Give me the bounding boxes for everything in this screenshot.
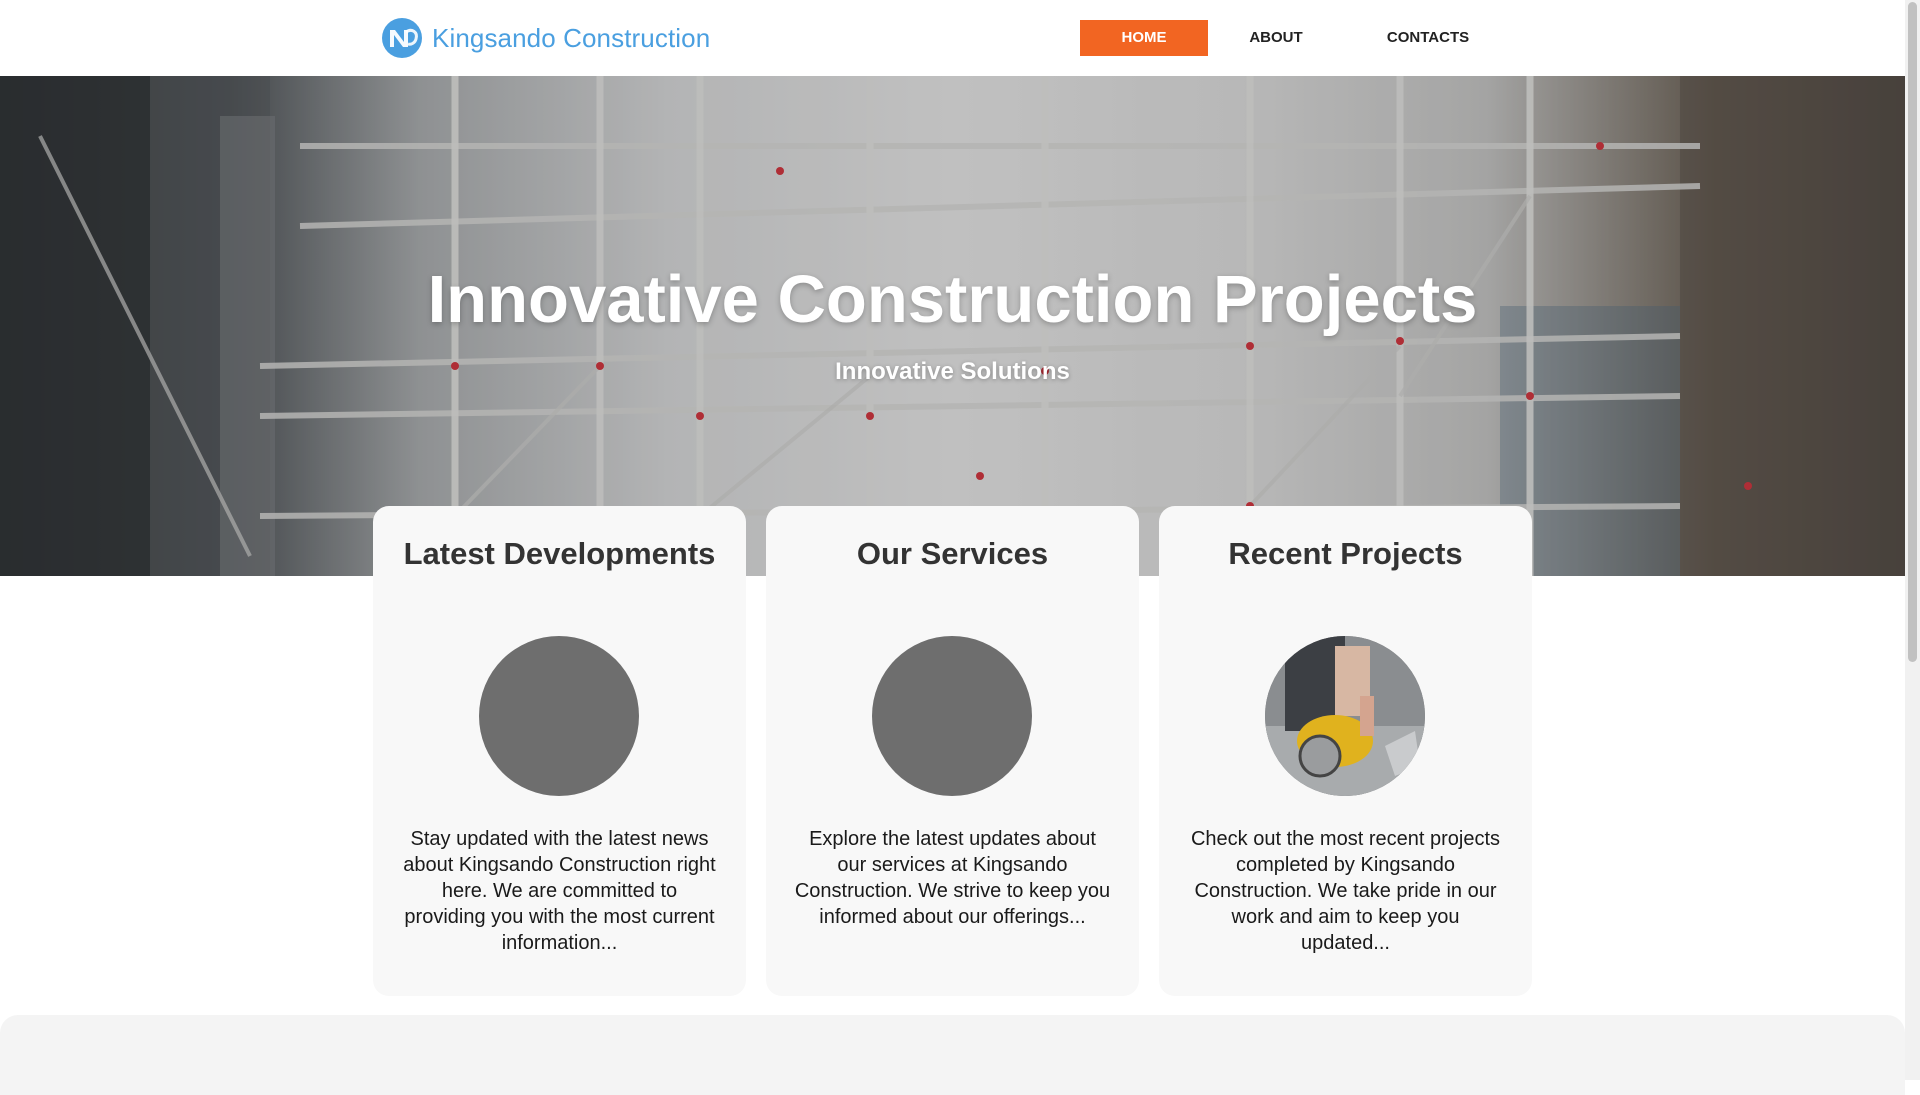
- page: Kingsando Construction HOME ABOUT CONTAC…: [0, 0, 1905, 1095]
- hero-title: Innovative Construction Projects: [427, 262, 1478, 337]
- hero-banner: Innovative Construction Projects Innovat…: [0, 76, 1905, 576]
- site-header: Kingsando Construction HOME ABOUT CONTAC…: [0, 0, 1905, 76]
- card-latest-developments[interactable]: Latest Developments Stay updated with th…: [373, 506, 746, 996]
- nc-monogram-icon: [382, 18, 422, 58]
- main-nav: HOME ABOUT CONTACTS: [1080, 20, 1512, 56]
- next-section-band: [0, 1015, 1905, 1095]
- card-description: Stay updated with the latest news about …: [403, 828, 716, 954]
- placeholder-image: [479, 636, 639, 796]
- brand-logo-link[interactable]: Kingsando Construction: [382, 18, 710, 58]
- nav-contacts[interactable]: CONTACTS: [1344, 20, 1512, 56]
- card-recent-projects[interactable]: Recent Projects Check out the most recen…: [1159, 506, 1532, 996]
- card-title: Latest Developments: [403, 536, 716, 571]
- nav-about[interactable]: ABOUT: [1208, 20, 1344, 56]
- card-title: Our Services: [856, 536, 1049, 571]
- page-scrollbar[interactable]: [1905, 0, 1920, 1080]
- card-title: Recent Projects: [1228, 536, 1463, 571]
- hero-subtitle: Innovative Solutions: [835, 358, 1070, 385]
- scrollbar-thumb[interactable]: [1908, 2, 1917, 662]
- card-our-services[interactable]: Our Services Explore the latest updates …: [766, 506, 1139, 996]
- brand-name: Kingsando Construction: [432, 22, 711, 53]
- nav-home[interactable]: HOME: [1080, 20, 1208, 56]
- placeholder-image: [872, 636, 1032, 796]
- card-description: Explore the latest updates about our ser…: [794, 828, 1111, 928]
- card-description: Check out the most recent projects compl…: [1190, 828, 1501, 954]
- worker-photo: [1265, 636, 1425, 796]
